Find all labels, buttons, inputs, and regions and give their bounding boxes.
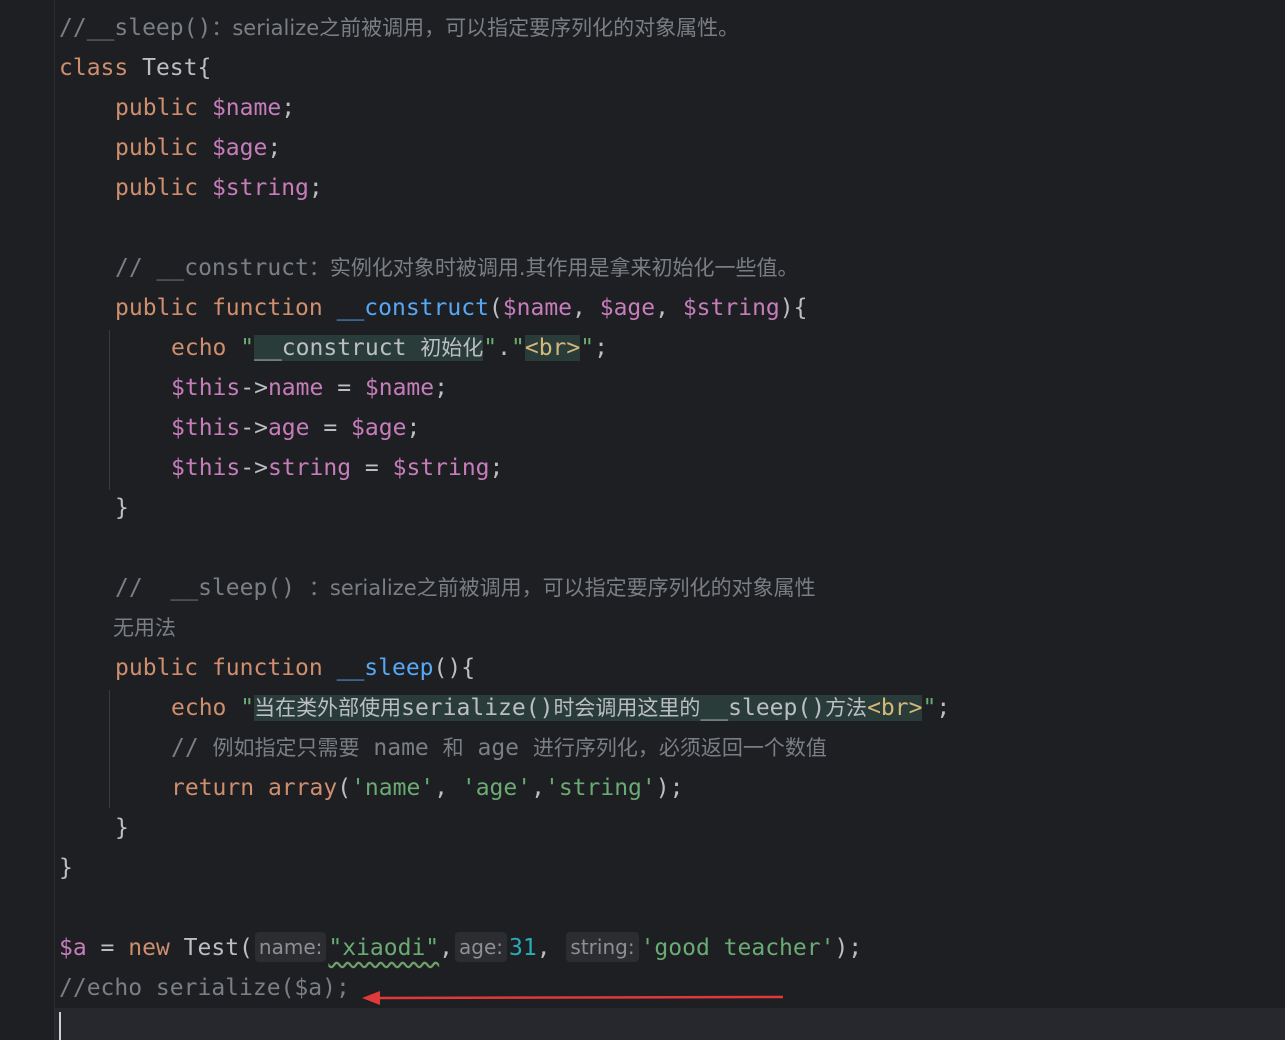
string-literal: 'age' [461,775,532,801]
comment: //echo serialize($a); [59,975,350,1001]
param: $string [682,295,780,321]
code-line-12[interactable]: $this->string = $string; [171,448,503,488]
variable: $name [364,375,435,401]
keyword-public: public [115,655,199,681]
keyword-echo: echo [171,335,227,361]
string-literal: __construct [254,335,421,361]
keyword-function: function [211,295,323,321]
property-ref: age [267,415,310,441]
string-literal: 'good teacher' [640,935,835,961]
property-ref: name [267,375,324,401]
code-line-13[interactable]: } [115,488,129,528]
comment-text: 例如指定只需要 [212,736,360,760]
comment: // [171,735,213,761]
property-ref: string [267,455,352,481]
keyword-public: public [115,175,199,201]
string-literal: __sleep() [700,695,826,721]
code-line-20[interactable]: return array('name', 'age','string'); [171,768,683,808]
closing-brace: } [59,855,73,881]
code-line-5[interactable]: public $string; [115,168,323,208]
comment-text: 进行序列化，必须返回一个数值 [532,736,827,760]
comment-text: ：serialize之前被调用，可以指定要序列化的对象属性。 [211,16,740,40]
param-hint-age: age: [455,932,508,962]
code-line-3[interactable]: public $name; [115,88,295,128]
variable: $age [351,415,407,441]
closing-brace: } [115,495,129,521]
string-literal-cn: 时会调用这里的 [553,696,701,720]
number-literal: 31 [509,935,537,961]
code-line-25[interactable]: //echo serialize($a); [59,968,350,1008]
comment: // __construct [115,255,309,281]
variable: $a [59,935,87,961]
param: $age [599,295,656,321]
code-line-15[interactable]: // __sleep() ：serialize之前被调用，可以指定要序列化的对象… [115,568,816,608]
code-line-8[interactable]: public function __construct($name, $age,… [115,288,807,328]
keyword-public: public [115,295,199,321]
param: $name [502,295,573,321]
gutter-divider [54,0,55,1040]
code-editor[interactable]: //__sleep()：serialize之前被调用，可以指定要序列化的对象属性… [0,0,1285,1040]
function-name: __construct [336,295,489,321]
keyword-array: array [267,775,338,801]
code-line-16[interactable]: 无用法 [113,608,176,648]
code-line-1[interactable]: //__sleep()：serialize之前被调用，可以指定要序列化的对象属性… [59,8,739,48]
keyword-new: new [128,935,170,961]
keyword-return: return [171,775,255,801]
property-string: $string [211,175,309,201]
string-literal-cn: 方法 [825,696,868,720]
code-line-22[interactable]: } [59,848,73,888]
keyword-public: public [115,135,199,161]
keyword-echo: echo [171,695,227,721]
comment: //__sleep() [59,15,212,41]
string-literal: 'string' [544,775,656,801]
text-caret [59,1012,61,1040]
this-ref: $this [171,415,241,441]
variable: $string [392,455,490,481]
code-line-21[interactable]: } [115,808,129,848]
comment: // __sleep() [115,575,309,601]
string-literal-cn: 初始化 [420,336,484,360]
html-tag: <br> [524,335,581,361]
param-hint-string: string: [566,932,639,962]
comment: name [359,735,443,761]
class-name: Test{ [142,55,212,81]
code-line-18[interactable]: echo "当在类外部使用serialize()时会调用这里的__sleep()… [171,688,950,728]
code-line-24[interactable]: $a = new Test(name: "xiaodi", age: 31, stri… [59,928,862,968]
current-line-highlight [55,1008,1285,1040]
code-line-19[interactable]: // 例如指定只需要 name 和 age 进行序列化，必须返回一个数值 [171,728,827,768]
function-name: __sleep [336,655,434,681]
string-literal: serialize() [401,695,554,721]
property-age: $age [211,135,268,161]
string-literal: "xiaodi" [328,935,440,961]
code-line-11[interactable]: $this->age = $age; [171,408,420,448]
class-call: Test( [183,935,253,961]
keyword-class: class [59,55,129,81]
code-line-10[interactable]: $this->name = $name; [171,368,448,408]
keyword-function: function [211,655,323,681]
comment-text: ：serialize之前被调用，可以指定要序列化的对象属性 [308,576,816,600]
property-name: $name [211,95,282,121]
closing-brace: } [115,815,129,841]
keyword-public: public [115,95,199,121]
code-line-7[interactable]: // __construct：实例化对象时被调用.其作用是拿来初始化一些值。 [115,248,799,288]
comment-text: 无用法 [113,616,176,640]
comment: age [463,735,533,761]
indent-guide [109,690,110,808]
indent-guide [109,330,110,490]
code-line-2[interactable]: class Test{ [59,48,211,88]
this-ref: $this [171,375,241,401]
code-line-17[interactable]: public function __sleep(){ [115,648,475,688]
comment-text: 和 [442,736,464,760]
code-line-4[interactable]: public $age; [115,128,281,168]
html-tag: <br> [867,695,923,721]
param-hint-name: name: [254,932,327,962]
string-literal: 'name' [351,775,435,801]
this-ref: $this [171,455,241,481]
comment-text: ：实例化对象时被调用.其作用是拿来初始化一些值。 [308,256,799,280]
string-literal-cn: 当在类外部使用 [254,696,402,720]
code-line-9[interactable]: echo "__construct 初始化"."<br>"; [171,328,608,368]
